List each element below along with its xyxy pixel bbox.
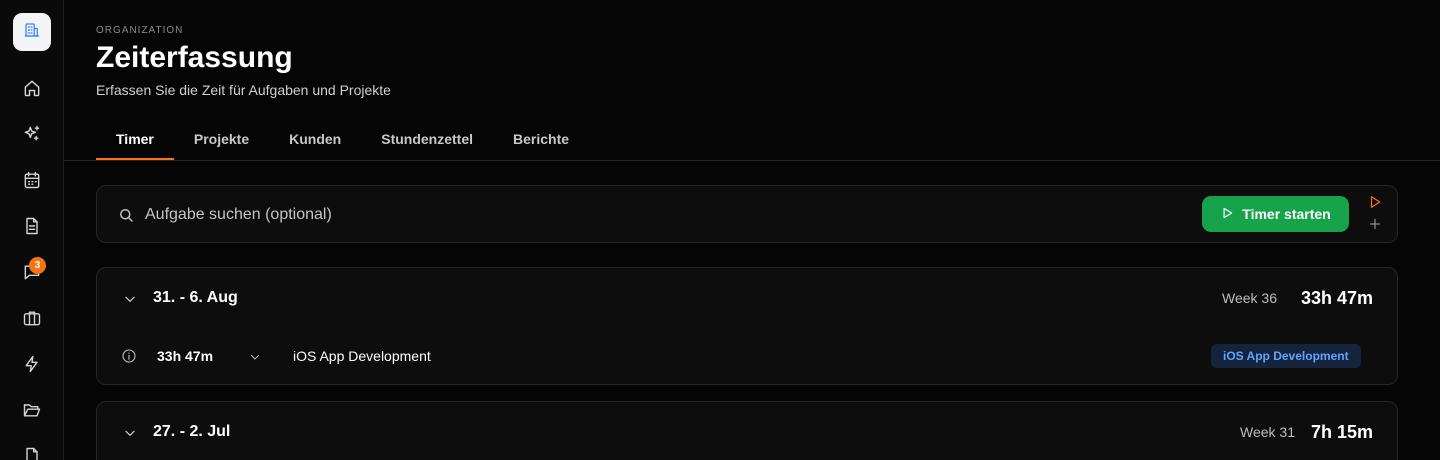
tab-projekte[interactable]: Projekte: [174, 118, 269, 160]
quick-start-play-icon[interactable]: [1368, 195, 1382, 209]
sparkles-icon: [22, 124, 42, 149]
tab-berichte[interactable]: Berichte: [493, 118, 589, 160]
folder-open-icon: [22, 400, 42, 425]
tab-divider: [64, 160, 1440, 161]
sidebar-item-home[interactable]: [20, 78, 44, 102]
tab-bar: Timer Projekte Kunden Stundenzettel Beri…: [96, 118, 589, 160]
sidebar-item-ai[interactable]: [20, 124, 44, 148]
sidebar-item-projects[interactable]: [20, 308, 44, 332]
page-subtitle: Erfassen Sie die Zeit für Aufgaben und P…: [96, 82, 391, 98]
lightning-icon: [22, 354, 42, 379]
add-manual-entry-plus-icon[interactable]: [1368, 217, 1382, 231]
document-icon: [22, 216, 42, 241]
timer-bar: Timer starten: [96, 185, 1398, 243]
briefcase-icon: [22, 308, 42, 333]
chevron-down-icon[interactable]: [249, 350, 261, 362]
tab-kunden[interactable]: Kunden: [269, 118, 361, 160]
week-range: 31. - 6. Aug: [153, 289, 238, 306]
building-icon: [23, 21, 41, 44]
sidebar-item-calendar[interactable]: [20, 170, 44, 194]
main-content: ORGANIZATION Zeiterfassung Erfassen Sie …: [64, 0, 1440, 460]
search-icon: [117, 206, 135, 224]
entry-duration: 33h 47m: [157, 348, 214, 364]
task-search-input[interactable]: [145, 200, 1045, 230]
page-title: Zeiterfassung: [96, 41, 293, 74]
entry-task-name[interactable]: iOS App Development: [293, 348, 431, 364]
home-icon: [22, 78, 42, 103]
start-timer-label: Timer starten: [1242, 206, 1331, 222]
notification-badge: 3: [29, 257, 46, 274]
project-tag[interactable]: iOS App Development: [1211, 344, 1361, 368]
sidebar: 3: [0, 0, 64, 460]
start-timer-button[interactable]: Timer starten: [1202, 196, 1349, 232]
week-number: Week 31: [1240, 424, 1295, 440]
sidebar-item-automations[interactable]: [20, 354, 44, 378]
week-group: 31. - 6. Aug Week 36 33h 47m 33h 47m iOS…: [96, 267, 1398, 385]
chevron-down-icon[interactable]: [123, 426, 137, 440]
tab-stundenzettel[interactable]: Stundenzettel: [361, 118, 493, 160]
play-icon: [1220, 206, 1234, 223]
chevron-down-icon[interactable]: [123, 292, 137, 306]
info-icon[interactable]: [121, 348, 137, 364]
org-eyebrow: ORGANIZATION: [96, 25, 184, 36]
week-number: Week 36: [1222, 290, 1277, 306]
week-range: 27. - 2. Jul: [153, 423, 231, 440]
logo[interactable]: [13, 13, 51, 51]
week-total: 7h 15m: [1310, 422, 1373, 442]
sidebar-item-files[interactable]: [20, 400, 44, 424]
tab-timer[interactable]: Timer: [96, 118, 174, 160]
week-group: 27. - 2. Jul Week 31 7h 15m: [96, 401, 1398, 460]
file-icon: [22, 446, 42, 460]
sidebar-item-file[interactable]: [20, 446, 44, 460]
calendar-icon: [22, 170, 42, 195]
sidebar-item-documents[interactable]: [20, 216, 44, 240]
week-total: 33h 47m: [1300, 288, 1373, 308]
